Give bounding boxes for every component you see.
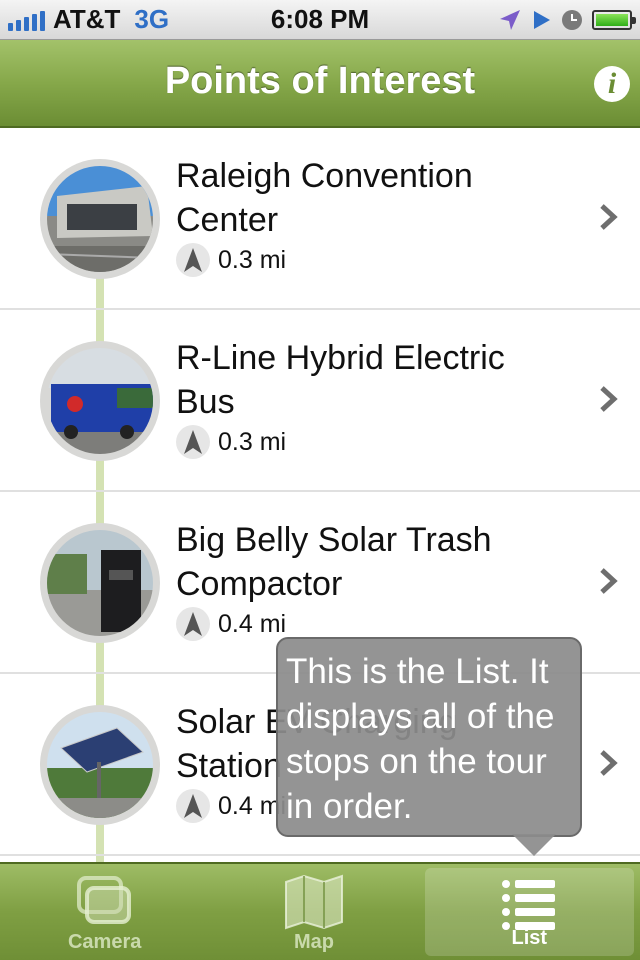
camera-icon bbox=[76, 876, 131, 924]
carrier-label: AT&T bbox=[53, 4, 121, 34]
tab-camera[interactable]: Camera bbox=[0, 864, 209, 960]
page-title: Points of Interest bbox=[164, 60, 476, 102]
tab-label: List bbox=[511, 927, 548, 949]
tab-list[interactable]: List bbox=[424, 868, 634, 956]
distance-label: 0.3 mi bbox=[218, 245, 287, 274]
thumbnail-frame bbox=[40, 523, 160, 643]
r-line-bus-photo bbox=[47, 348, 153, 454]
chevron-right-icon bbox=[600, 386, 618, 412]
navigation-bar: Points of Interest i bbox=[0, 40, 640, 128]
map-icon bbox=[284, 874, 343, 930]
solar-panel-photo bbox=[47, 712, 153, 818]
tab-label: Map bbox=[293, 931, 334, 953]
help-tooltip: This is the List. It displays all of the… bbox=[276, 637, 582, 837]
distance-row: 0.3 mi bbox=[176, 424, 286, 460]
distance-row: 0.4 mi bbox=[176, 606, 286, 642]
distance-label: 0.3 mi bbox=[218, 427, 287, 456]
alarm-clock-icon bbox=[562, 9, 582, 30]
chevron-right-icon bbox=[600, 568, 618, 594]
status-bar: AT&T 3G 6:08 PM bbox=[0, 0, 640, 40]
compass-arrow-icon bbox=[176, 425, 210, 459]
list-item[interactable]: Raleigh Convention Center 0.3 mi bbox=[0, 128, 640, 310]
chevron-right-icon bbox=[600, 750, 618, 776]
item-title: Big Belly Solar Trash Compactor bbox=[176, 521, 492, 603]
tab-bar: Camera Map List bbox=[0, 862, 640, 960]
distance-label: 0.4 mi bbox=[218, 609, 287, 638]
convention-center-photo bbox=[47, 166, 153, 272]
battery-icon bbox=[592, 9, 636, 30]
list-icon bbox=[502, 880, 556, 930]
info-icon[interactable]: i bbox=[594, 66, 630, 102]
item-title: Raleigh Convention Center bbox=[176, 157, 473, 239]
network-label: 3G bbox=[134, 4, 170, 34]
distance-row: 0.3 mi bbox=[176, 242, 286, 278]
list-item[interactable]: R-Line Hybrid Electric Bus 0.3 mi bbox=[0, 310, 640, 492]
tab-label: Camera bbox=[67, 931, 142, 953]
compass-arrow-icon bbox=[176, 607, 210, 641]
tab-map[interactable]: Map bbox=[209, 864, 418, 960]
distance-row: 0.4 mi bbox=[176, 788, 286, 824]
thumbnail-frame bbox=[40, 159, 160, 279]
play-icon bbox=[534, 10, 550, 29]
thumbnail-frame bbox=[40, 341, 160, 461]
status-left: AT&T 3G bbox=[8, 4, 169, 35]
signal-bars-icon bbox=[8, 9, 45, 31]
location-arrow-icon bbox=[500, 9, 520, 30]
thumbnail-frame bbox=[40, 705, 160, 825]
chevron-right-icon bbox=[600, 204, 618, 230]
trash-compactor-photo bbox=[47, 530, 153, 636]
compass-arrow-icon bbox=[176, 243, 210, 277]
compass-arrow-icon bbox=[176, 789, 210, 823]
status-right bbox=[498, 8, 636, 32]
item-title: R-Line Hybrid Electric Bus bbox=[176, 339, 505, 421]
tooltip-pointer bbox=[512, 834, 556, 856]
